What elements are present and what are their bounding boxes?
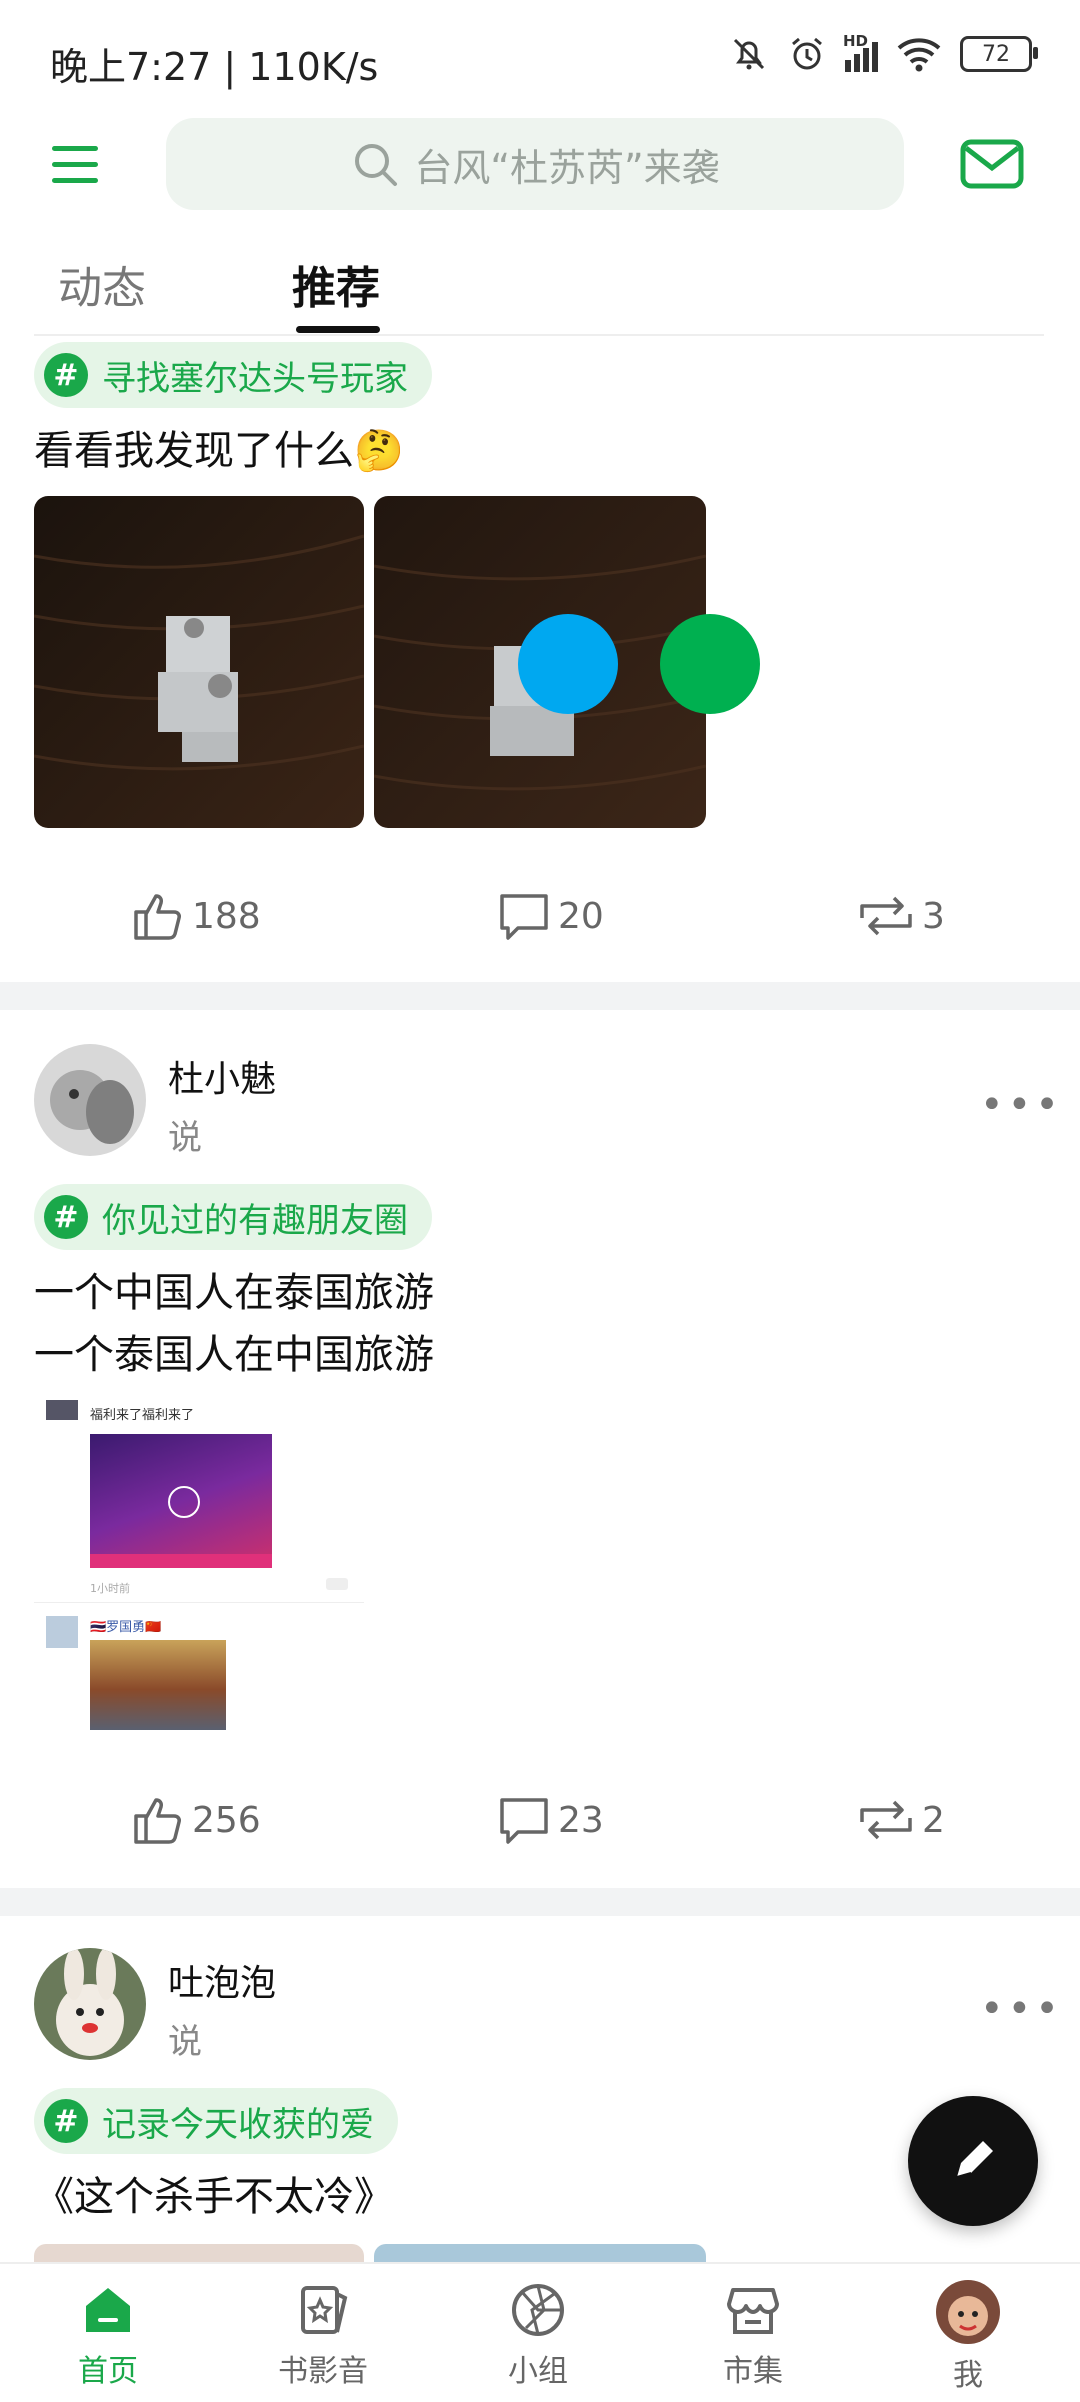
repost-count: 2 bbox=[922, 1799, 945, 1841]
more-options-icon[interactable]: ••• bbox=[980, 1082, 1063, 1128]
hashtag-icon: # bbox=[44, 2099, 88, 2143]
post-image[interactable] bbox=[374, 2244, 706, 2262]
comment-button[interactable]: 20 bbox=[496, 888, 604, 944]
post-text: 看看我发现了什么🤔 bbox=[34, 428, 404, 474]
post-image-screenshot[interactable]: 福利来了福利来了 1小时前 🇹🇭罗国勇🇨🇳 bbox=[34, 1396, 364, 1736]
nav-me[interactable]: 我 bbox=[898, 2280, 1038, 2394]
tab-divider bbox=[34, 334, 1044, 336]
repost-button[interactable]: 2 bbox=[856, 1792, 945, 1848]
hashtag-icon: # bbox=[44, 1195, 88, 1239]
topic-chip[interactable]: # 寻找塞尔达头号玩家 bbox=[34, 342, 432, 408]
signal-icon: HD bbox=[843, 32, 878, 72]
post-text: 一个泰国人在中国旅游 bbox=[34, 1332, 434, 1378]
nav-group[interactable]: 小组 bbox=[468, 2280, 608, 2390]
green-overlay-dot[interactable] bbox=[660, 614, 760, 714]
user-avatar[interactable] bbox=[34, 1948, 146, 2060]
screenshot-video-thumb bbox=[90, 1434, 272, 1568]
screenshot-caption: 福利来了福利来了 bbox=[90, 1408, 195, 1423]
user-avatar[interactable] bbox=[34, 1044, 146, 1156]
post-text: 一个中国人在泰国旅游 bbox=[34, 1270, 434, 1316]
nav-label: 我 bbox=[953, 2358, 983, 2393]
topic-label: 寻找塞尔达头号玩家 bbox=[102, 358, 408, 399]
post-separator bbox=[0, 1888, 1080, 1916]
nav-label: 市集 bbox=[723, 2354, 783, 2389]
active-tab-indicator bbox=[296, 326, 380, 333]
nav-market[interactable]: 市集 bbox=[683, 2280, 823, 2390]
post-separator bbox=[0, 982, 1080, 1010]
avatar bbox=[936, 2280, 1000, 2344]
screenshot-avatar bbox=[46, 1400, 78, 1420]
search-placeholder: 台风“杜苏芮”来袭 bbox=[414, 145, 720, 190]
menu-icon bbox=[52, 145, 98, 151]
screenshot-time: 1小时前 bbox=[90, 1582, 130, 1595]
topic-label: 记录今天收获的爱 bbox=[102, 2104, 374, 2145]
pencil-icon bbox=[956, 2141, 993, 2178]
hashtag-icon: # bbox=[44, 353, 88, 397]
username[interactable]: 杜小魅 bbox=[168, 1050, 276, 1102]
nav-label: 书影音 bbox=[278, 2354, 368, 2389]
repost-count: 3 bbox=[922, 895, 945, 937]
mail-button[interactable] bbox=[958, 134, 1028, 194]
bottom-nav: 首页 书影音 小组 市集 我 bbox=[0, 2262, 1080, 2402]
status-icons: HD 72 bbox=[729, 32, 1038, 74]
mute-bell-icon bbox=[733, 38, 765, 70]
search-icon bbox=[355, 144, 398, 186]
comment-count: 20 bbox=[558, 895, 604, 937]
nav-book-movie-music[interactable]: 书影音 bbox=[253, 2280, 393, 2390]
group-icon bbox=[512, 2284, 564, 2336]
screenshot-photo bbox=[90, 1640, 226, 1730]
post-text: 《这个杀手不太冷》 bbox=[34, 2174, 394, 2220]
topic-chip[interactable]: # 你见过的有趣朋友圈 bbox=[34, 1184, 432, 1250]
hd-badge: HD bbox=[843, 32, 869, 50]
status-bar: 晚上7:27 | 110K/s HD 72 bbox=[0, 0, 1080, 120]
repost-icon bbox=[860, 896, 912, 936]
home-icon bbox=[86, 2288, 130, 2332]
mail-icon bbox=[960, 139, 1024, 189]
compose-button[interactable] bbox=[908, 2096, 1038, 2226]
tab-recommend[interactable]: 推荐 bbox=[292, 252, 380, 316]
like-count: 256 bbox=[192, 1799, 261, 1841]
nav-label: 小组 bbox=[508, 2354, 568, 2389]
post-verb: 说 bbox=[168, 2022, 202, 2062]
like-button[interactable]: 256 bbox=[130, 1792, 261, 1848]
comment-icon bbox=[500, 894, 548, 940]
nav-label: 首页 bbox=[78, 2354, 138, 2389]
blue-overlay-dot[interactable] bbox=[518, 614, 618, 714]
comment-button[interactable]: 23 bbox=[496, 1792, 604, 1848]
screenshot-username: 🇹🇭罗国勇🇨🇳 bbox=[90, 1620, 162, 1635]
screenshot-avatar bbox=[46, 1616, 78, 1648]
market-icon bbox=[727, 2288, 779, 2334]
comment-count: 23 bbox=[558, 1799, 604, 1841]
topic-label: 你见过的有趣朋友圈 bbox=[102, 1200, 408, 1241]
post-image[interactable] bbox=[34, 2244, 364, 2262]
alarm-icon bbox=[792, 37, 822, 70]
topic-chip[interactable]: # 记录今天收获的爱 bbox=[34, 2088, 398, 2154]
comment-icon bbox=[500, 1798, 548, 1844]
thumbs-up-icon bbox=[134, 894, 181, 940]
search-bar[interactable]: 台风“杜苏芮”来袭 bbox=[166, 118, 904, 210]
username[interactable]: 吐泡泡 bbox=[168, 1954, 276, 2006]
repost-icon bbox=[860, 1800, 912, 1840]
more-options-icon[interactable]: ••• bbox=[980, 1986, 1063, 2032]
book-movie-music-icon bbox=[301, 2286, 348, 2334]
menu-button[interactable] bbox=[52, 134, 112, 194]
post-verb: 说 bbox=[168, 1118, 202, 1158]
repost-button[interactable]: 3 bbox=[856, 888, 945, 944]
nav-home[interactable]: 首页 bbox=[38, 2280, 178, 2390]
battery-indicator: 72 bbox=[960, 36, 1038, 72]
status-time-speed: 晚上7:27 | 110K/s bbox=[50, 45, 379, 89]
tab-dynamic[interactable]: 动态 bbox=[58, 252, 146, 316]
wifi-icon bbox=[897, 38, 941, 72]
like-count: 188 bbox=[192, 895, 261, 937]
thumbs-up-icon bbox=[134, 1798, 181, 1844]
like-button[interactable]: 188 bbox=[130, 888, 261, 944]
post-image[interactable] bbox=[34, 496, 364, 828]
